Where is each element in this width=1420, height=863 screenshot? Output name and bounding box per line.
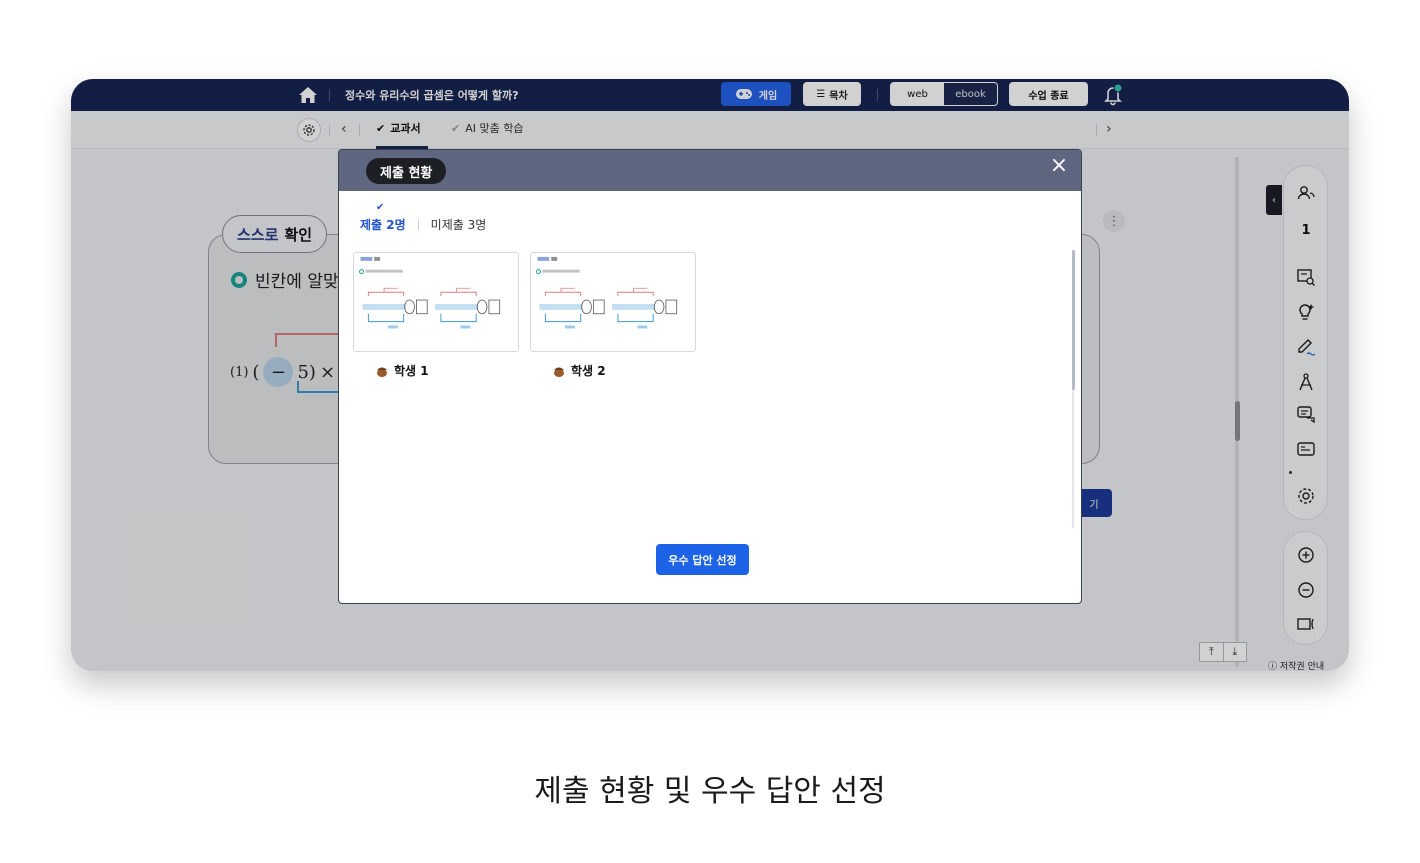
answer-preview-image (536, 256, 678, 329)
filter-submitted[interactable]: ✔ 제출 2명 (360, 202, 406, 233)
student-name: 학생 2 (571, 364, 606, 378)
select-best-answer-button[interactable]: 우수 답안 선정 (656, 544, 749, 575)
check-icon: ✔ (376, 202, 385, 213)
modal-title: 제출 현황 (366, 158, 447, 184)
divider (417, 219, 419, 230)
slide-caption: 제출 현황 및 우수 답안 선정 (534, 774, 886, 809)
student-name: 학생 1 (394, 364, 429, 378)
acorn-icon (554, 367, 564, 377)
acorn-icon (377, 367, 387, 377)
student-1-thumbnail[interactable] (353, 252, 519, 352)
app-window: 정수와 유리수의 곱셈은 어떻게 할까? 게임 ☰ 목차 web ebook 수… (71, 79, 1349, 671)
modal-scroll-thumb[interactable] (1072, 250, 1075, 390)
submission-filter: ✔ 제출 2명 미제출 3명 (360, 202, 487, 233)
student-2-thumbnail[interactable] (530, 252, 696, 352)
filter-submitted-label: 제출 2명 (360, 218, 406, 232)
close-icon[interactable]: × (1047, 154, 1071, 178)
filter-not-submitted[interactable]: 미제출 3명 (431, 216, 487, 233)
modal-header: 제출 현황 × (339, 150, 1081, 191)
submission-status-modal: 제출 현황 × ✔ 제출 2명 미제출 3명 학생 1 학생 2 우수 답안 선… (338, 149, 1082, 604)
answer-preview-image (359, 256, 501, 329)
student-1-label: 학생 1 (375, 362, 429, 379)
student-2-label: 학생 2 (552, 362, 606, 379)
